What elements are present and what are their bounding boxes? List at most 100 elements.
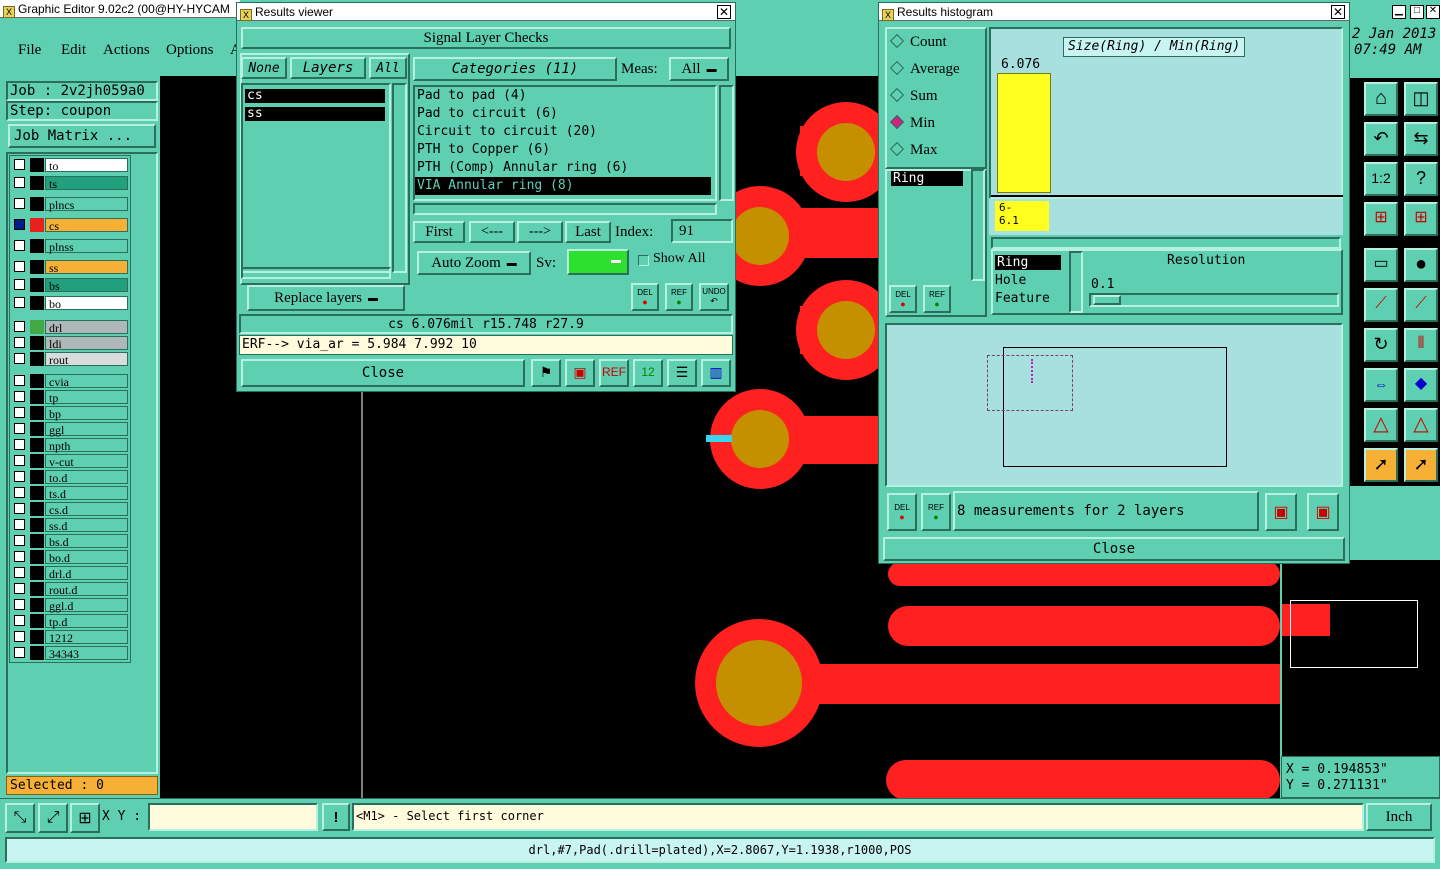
layer-name[interactable]: ggl.d <box>45 598 128 613</box>
split-icon[interactable]: 12 <box>633 359 663 387</box>
category-scrollbar[interactable] <box>719 85 734 201</box>
triangle2-tool-icon[interactable]: △ <box>1404 408 1438 442</box>
layer-row-ts[interactable]: ts <box>12 176 128 191</box>
layer-row-tp.d[interactable]: tp.d <box>12 614 128 629</box>
alert-icon[interactable]: ! <box>322 803 350 831</box>
layer-checkbox[interactable] <box>14 177 25 188</box>
layer-checkbox[interactable] <box>14 551 25 562</box>
histogram-icon[interactable]: ▥ <box>701 359 731 387</box>
zoom-fit-tool-icon[interactable]: ⇔ <box>1364 368 1398 402</box>
next-button[interactable]: ---> <box>517 221 563 243</box>
layer-row-drl[interactable]: drl <box>12 320 128 335</box>
category-item-selected[interactable]: VIA Annular ring (8) <box>415 177 711 195</box>
layer-row-v-cut[interactable]: v-cut <box>12 454 128 469</box>
layer-name[interactable]: ss.d <box>45 518 128 533</box>
layer-checkbox[interactable] <box>14 407 25 418</box>
layer-name[interactable]: cs <box>45 218 128 233</box>
layer-checkbox[interactable] <box>14 471 25 482</box>
zoom-out-icon[interactable]: ⤡ <box>5 803 35 833</box>
categories-button[interactable]: Categories (11) <box>413 57 617 81</box>
layer-row-bs.d[interactable]: bs.d <box>12 534 128 549</box>
layer-name[interactable]: drl.d <box>45 566 128 581</box>
scale-tool-icon[interactable]: 1:2 <box>1364 162 1398 196</box>
layer-checkbox[interactable] <box>14 219 25 230</box>
layer-name[interactable]: bs <box>45 278 128 293</box>
layer-row-ggl.d[interactable]: ggl.d <box>12 598 128 613</box>
mode-radio-average[interactable]: Average <box>889 60 960 78</box>
layer-name[interactable]: to.d <box>45 470 128 485</box>
histogram-close-button[interactable]: Close <box>883 537 1345 561</box>
layer-checkbox[interactable] <box>14 159 25 170</box>
sort-scrollbar[interactable] <box>1069 251 1083 313</box>
layer-row-plncs[interactable]: plncs <box>12 197 128 212</box>
overview-map[interactable] <box>1281 560 1440 756</box>
layers-button[interactable]: Layers <box>290 57 366 79</box>
menu-actions[interactable]: Actions <box>103 42 150 59</box>
report-icon[interactable]: ☰ <box>667 359 697 387</box>
layer-name[interactable]: plncs <box>45 197 128 212</box>
layer-name[interactable]: ggl <box>45 422 128 437</box>
highlight-icon[interactable]: ▣ <box>565 359 595 387</box>
layer-name[interactable]: cvia <box>45 374 128 389</box>
mirror-tool-icon[interactable]: ⫴ <box>1404 328 1438 362</box>
layer-name[interactable]: tp <box>45 390 128 405</box>
rv-close-button[interactable]: Close <box>241 359 525 387</box>
category-item[interactable]: Circuit to circuit (20) <box>415 123 711 141</box>
all-layers-button[interactable]: All <box>369 57 407 79</box>
layer-checkbox[interactable] <box>14 240 25 251</box>
layer-row-ss.d[interactable]: ss.d <box>12 518 128 533</box>
layer-row-plnss[interactable]: plnss <box>12 239 128 254</box>
resolution-slider[interactable] <box>1089 293 1339 307</box>
first-button[interactable]: First <box>413 221 465 243</box>
ruler-tool-icon[interactable]: ▭ <box>1364 248 1398 282</box>
layer-row-to.d[interactable]: to.d <box>12 470 128 485</box>
close-window-button[interactable]: ✕ <box>1426 5 1440 19</box>
rv-del-icon[interactable]: DEL ● <box>631 283 659 311</box>
category-item[interactable]: Pad to circuit (6) <box>415 105 711 123</box>
category-hscroll[interactable] <box>413 203 717 215</box>
layer-row-cs[interactable]: cs <box>12 218 128 233</box>
layer-checkbox[interactable] <box>14 375 25 386</box>
layer-name[interactable]: bo <box>45 296 128 311</box>
category-item[interactable]: PTH (Comp) Annular ring (6) <box>415 159 711 177</box>
layer-row-drl.d[interactable]: drl.d <box>12 566 128 581</box>
sort-item-selected[interactable]: Ring <box>995 255 1061 270</box>
mode-radio-count[interactable]: Count <box>889 33 947 51</box>
none-button[interactable]: None <box>241 57 287 79</box>
flag-icon[interactable]: ⚑ <box>531 359 561 387</box>
units-button[interactable]: Inch <box>1366 803 1432 831</box>
layer-checkbox[interactable] <box>14 439 25 450</box>
layer-name[interactable]: plnss <box>45 239 128 254</box>
layer-row-34343[interactable]: 34343 <box>12 646 128 661</box>
select2-tool-icon[interactable]: ➚ <box>1404 448 1438 482</box>
layer-checkbox[interactable] <box>14 391 25 402</box>
import-icon[interactable]: ▣ <box>1307 493 1339 531</box>
layer-checkbox[interactable] <box>14 321 25 332</box>
undo-tool-icon[interactable]: ↶ <box>1364 122 1398 156</box>
help-tool-icon[interactable]: ? <box>1404 162 1438 196</box>
triangle-tool-icon[interactable]: △ <box>1364 408 1398 442</box>
pad-tool-icon[interactable]: ● <box>1404 248 1438 282</box>
sv-select[interactable]: ▬ <box>567 249 629 275</box>
layer-checkbox[interactable] <box>14 198 25 209</box>
measure-item[interactable]: Ring <box>891 171 963 186</box>
layer-checkbox[interactable] <box>14 503 25 514</box>
sort-item[interactable]: Feature <box>995 291 1050 306</box>
hist-ref-icon[interactable]: REF ● <box>923 285 951 313</box>
layer-checkbox[interactable] <box>14 631 25 642</box>
layer-row-bs[interactable]: bs <box>12 278 128 293</box>
replace-layers-button[interactable]: Replace layers ▬ <box>247 285 405 311</box>
mode-radio-max[interactable]: Max <box>889 141 938 159</box>
layer-name[interactable]: tp.d <box>45 614 128 629</box>
layer-row-npth[interactable]: npth <box>12 438 128 453</box>
layer-row-to[interactable]: to <box>12 158 128 173</box>
measure-tool-icon[interactable]: ⊞ <box>1364 202 1398 236</box>
layer-checkbox[interactable] <box>14 599 25 610</box>
category-item[interactable]: PTH to Copper (6) <box>415 141 711 159</box>
hist-ref-icon-2[interactable]: REF ● <box>921 493 951 531</box>
rv-ref-icon[interactable]: REF ● <box>665 283 693 311</box>
layer-row-cs.d[interactable]: cs.d <box>12 502 128 517</box>
rv-layer-hscroll[interactable] <box>241 267 391 279</box>
home-tool-icon[interactable]: ⌂ <box>1364 82 1398 116</box>
maximize-button[interactable]: □ <box>1410 5 1424 19</box>
